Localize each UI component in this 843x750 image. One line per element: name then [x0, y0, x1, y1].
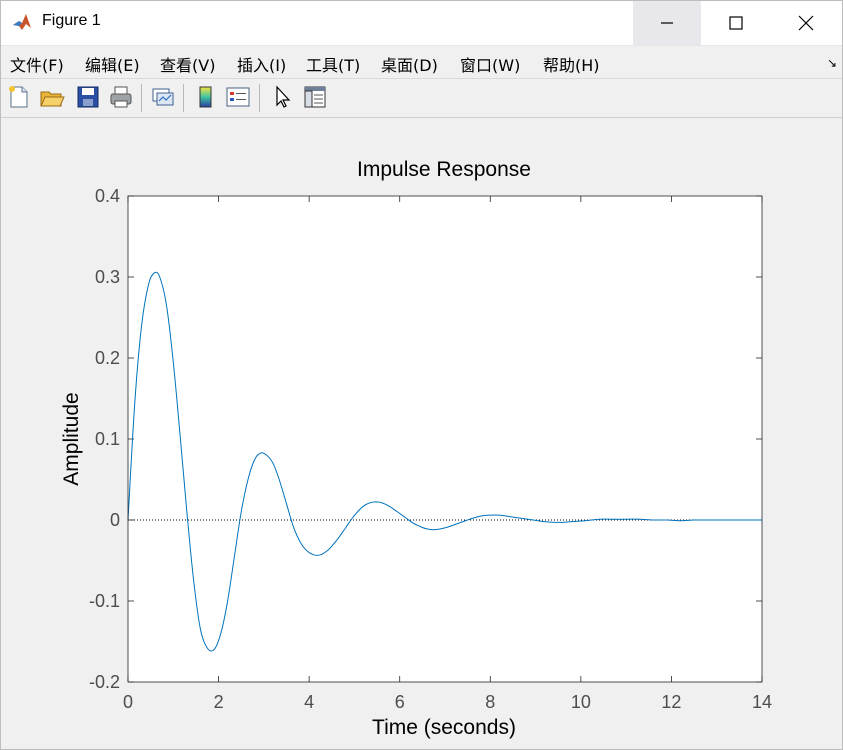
window-title: Figure 1 — [42, 12, 101, 29]
menu-window[interactable]: 窗口(W) — [460, 52, 520, 76]
new-figure-icon[interactable] — [6, 84, 32, 110]
pointer-icon[interactable] — [270, 84, 296, 110]
y-tick-label: -0.2 — [89, 672, 120, 692]
colorbar-icon[interactable] — [193, 84, 219, 110]
menu-edit[interactable]: 编辑(E) — [85, 52, 140, 76]
axes-background — [128, 196, 762, 682]
x-tick-label: 12 — [661, 692, 681, 712]
y-tick-label: 0 — [110, 510, 120, 530]
minimize-icon — [661, 21, 673, 24]
y-tick-label: 0.3 — [95, 267, 120, 287]
impulse-response-chart: 0 2 4 6 8 10 12 14 -0.2 -0.1 0 0.1 0.2 0.3 0.4 Impulse… — [60, 158, 772, 739]
menu-file[interactable]: 文件(F) — [10, 52, 64, 76]
figure-canvas: 0 2 4 6 8 10 12 14 -0.2 -0.1 0 0.1 0.2 0.3 0.4 Impulse… — [0, 118, 843, 750]
x-tick-label: 0 — [123, 692, 133, 712]
close-button[interactable] — [772, 0, 840, 45]
menu-bar: 文件(F) 编辑(E) 查看(V) 插入(I) 工具(T) 桌面(D) 窗口(W… — [0, 46, 843, 79]
menu-insert[interactable]: 插入(I) — [237, 52, 286, 76]
legend-icon[interactable] — [225, 84, 251, 110]
x-axis-label: Time (seconds) — [372, 716, 516, 739]
maximize-button[interactable] — [702, 0, 770, 45]
y-tick-label: 0.1 — [95, 429, 120, 449]
x-tick-label: 10 — [571, 692, 591, 712]
matlab-icon — [12, 12, 32, 32]
toolbar-separator — [259, 84, 260, 112]
menu-tools[interactable]: 工具(T) — [306, 52, 360, 76]
save-icon[interactable] — [75, 84, 101, 110]
toolbar-separator — [141, 84, 142, 112]
y-tick-label: 0.4 — [95, 186, 120, 206]
x-tick-label: 6 — [395, 692, 405, 712]
toolbar — [0, 79, 843, 118]
chart-title: Impulse Response — [357, 158, 531, 181]
x-tick-label: 14 — [752, 692, 772, 712]
open-file-icon[interactable] — [39, 84, 65, 110]
property-editor-icon[interactable] — [302, 84, 328, 110]
menu-desktop[interactable]: 桌面(D) — [381, 52, 438, 76]
x-tick-label: 8 — [485, 692, 495, 712]
title-bar: Figure 1 — [0, 0, 843, 46]
menu-help[interactable]: 帮助(H) — [543, 52, 600, 76]
close-icon — [798, 15, 814, 30]
x-tick-label: 2 — [214, 692, 224, 712]
maximize-icon — [729, 15, 743, 30]
y-axis-label: Amplitude — [60, 392, 83, 485]
x-tick-label: 4 — [304, 692, 314, 712]
y-tick-label: -0.1 — [89, 591, 120, 611]
print-icon[interactable] — [108, 84, 134, 110]
minimize-button[interactable] — [633, 0, 701, 45]
y-tick-label: 0.2 — [95, 348, 120, 368]
dock-arrow-icon[interactable]: ↘ — [827, 56, 837, 70]
menu-view[interactable]: 查看(V) — [160, 52, 215, 76]
toolbar-separator — [183, 84, 184, 112]
link-plot-icon[interactable] — [150, 84, 176, 110]
